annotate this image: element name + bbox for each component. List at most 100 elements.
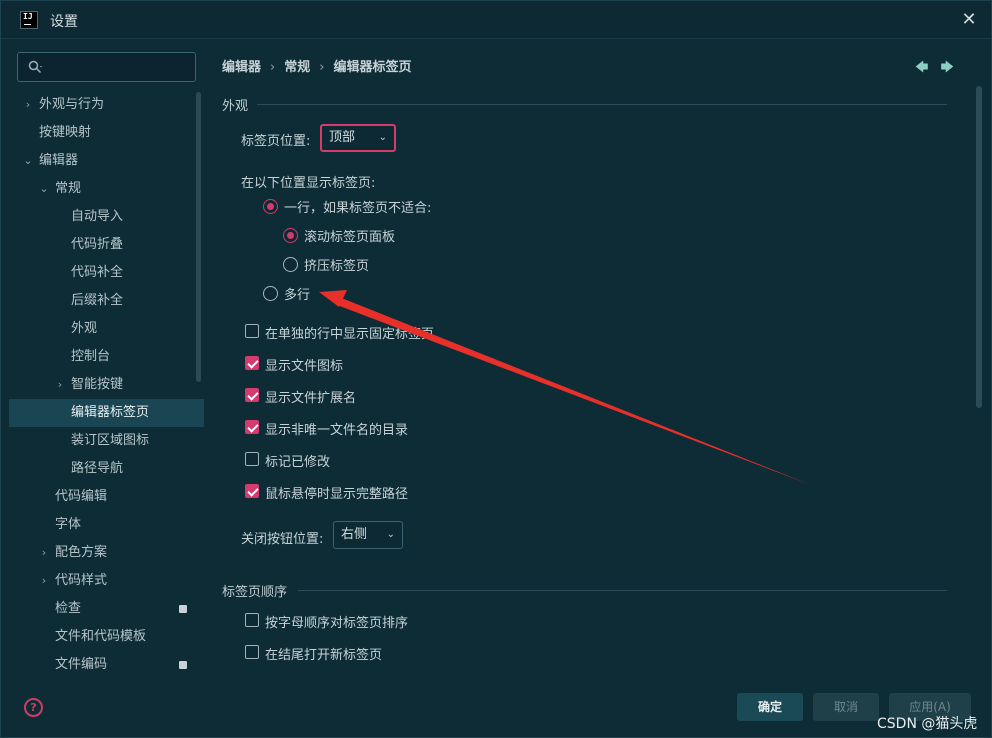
sidebar-item-label: 常规 [55, 181, 82, 196]
search-input[interactable] [17, 52, 196, 82]
breadcrumb-separator: › [319, 60, 325, 75]
sidebar-item-postfix-completion[interactable]: 后缀补全 [9, 287, 204, 315]
checkbox-label: 显示文件扩展名 [265, 391, 357, 406]
sidebar-item-inspections[interactable]: 检查 [9, 595, 204, 623]
help-icon[interactable]: ? [24, 698, 43, 717]
chevron-right-icon[interactable]: › [37, 539, 51, 567]
checkbox-pinned-separate-row[interactable] [245, 324, 259, 338]
close-button-position-label: 关闭按钮位置: [241, 532, 324, 547]
sidebar-item-code-editing[interactable]: 代码编辑 [9, 483, 204, 511]
watermark: CSDN @猫头虎 [877, 716, 978, 732]
radio-squeeze-tabs-label: 挤压标签页 [304, 259, 370, 274]
sidebar-item-label: 检查 [55, 601, 82, 616]
checkbox-full-path-on-hover[interactable] [245, 484, 259, 498]
sidebar-item-label: 智能按键 [71, 377, 124, 392]
checkbox-label: 显示文件图标 [265, 359, 344, 374]
sidebar-scrollbar[interactable] [196, 92, 201, 382]
window-title: 设置 [50, 14, 78, 30]
sidebar-item-label: 外观与行为 [39, 97, 105, 112]
sidebar-item-label: 外观 [71, 321, 98, 336]
project-settings-icon [179, 605, 187, 613]
sidebar-item-editor[interactable]: ⌄ 编辑器 [9, 147, 204, 175]
settings-tree: › 外观与行为 按键映射 ⌄ 编辑器 ⌄ 常规 自动导入 代码折叠 代码补全 后… [9, 91, 204, 679]
chevron-right-icon[interactable]: › [37, 567, 51, 595]
sidebar-item-label: 文件和代码模板 [55, 629, 147, 644]
breadcrumb-item[interactable]: 常规 [284, 60, 310, 75]
chevron-right-icon[interactable]: › [53, 371, 67, 399]
sidebar-item-font[interactable]: 字体 [9, 511, 204, 539]
forward-arrow-icon[interactable]: 🡆 [940, 60, 953, 75]
sidebar: › 外观与行为 按键映射 ⌄ 编辑器 ⌄ 常规 自动导入 代码折叠 代码补全 后… [1, 40, 206, 690]
cancel-button[interactable]: 取消 [813, 693, 879, 721]
chevron-right-icon[interactable]: › [21, 91, 35, 119]
close-button-position-dropdown[interactable]: 右侧 ⌄ [333, 521, 403, 549]
sidebar-item-code-completion[interactable]: 代码补全 [9, 259, 204, 287]
checkbox-mark-modified[interactable] [245, 452, 259, 466]
sidebar-item-console[interactable]: 控制台 [9, 343, 204, 371]
checkbox-label: 按字母顺序对标签页排序 [265, 616, 409, 631]
tab-position-dropdown[interactable]: 顶部 ⌄ [320, 124, 396, 152]
sidebar-item-color-scheme[interactable]: › 配色方案 [9, 539, 204, 567]
checkbox-label: 在结尾打开新标签页 [265, 648, 383, 663]
sidebar-item-label: 编辑器标签页 [71, 405, 150, 420]
sidebar-item-editor-tabs[interactable]: 编辑器标签页 [9, 399, 204, 427]
sidebar-item-general[interactable]: ⌄ 常规 [9, 175, 204, 203]
sidebar-item-file-templates[interactable]: 文件和代码模板 [9, 623, 204, 651]
sidebar-item-label: 按键映射 [39, 125, 92, 140]
sidebar-item-label: 代码折叠 [71, 237, 124, 252]
sidebar-item-label: 字体 [55, 517, 82, 532]
sidebar-item-code-style[interactable]: › 代码样式 [9, 567, 204, 595]
sidebar-item-breadcrumbs[interactable]: 路径导航 [9, 455, 204, 483]
breadcrumb-item: 编辑器标签页 [333, 60, 412, 75]
sidebar-item-auto-import[interactable]: 自动导入 [9, 203, 204, 231]
close-button-position-value: 右侧 [341, 527, 368, 542]
checkbox-open-at-end[interactable] [245, 645, 259, 659]
chevron-down-icon: ⌄ [378, 132, 387, 143]
checkbox-sort-alphabetically[interactable] [245, 613, 259, 627]
show-tabs-label: 在以下位置显示标签页: [241, 176, 376, 191]
appearance-section-title: 外观 [222, 99, 249, 114]
sidebar-item-label: 装订区域图标 [71, 433, 150, 448]
checkbox-label: 鼠标悬停时显示完整路径 [265, 487, 409, 502]
radio-scroll-tab-panel-label: 滚动标签页面板 [304, 230, 396, 245]
radio-single-row[interactable] [263, 199, 278, 214]
chevron-down-icon[interactable]: ⌄ [21, 147, 35, 175]
project-settings-icon [179, 661, 187, 669]
sidebar-item-label: 编辑器 [39, 153, 79, 168]
checkbox-label: 标记已修改 [265, 455, 331, 470]
back-arrow-icon[interactable]: 🡄 [915, 60, 928, 75]
sidebar-item-smart-keys[interactable]: › 智能按键 [9, 371, 204, 399]
sidebar-item-keymap[interactable]: 按键映射 [9, 119, 204, 147]
chevron-down-icon: ⌄ [386, 529, 395, 540]
radio-multiple-rows[interactable] [263, 286, 278, 301]
checkbox-show-file-extension[interactable] [245, 388, 259, 402]
sidebar-item-file-encodings[interactable]: 文件编码 [9, 651, 204, 679]
ok-button[interactable]: 确定 [737, 693, 803, 721]
sidebar-item-label: 代码编辑 [55, 489, 108, 504]
search-icon [28, 60, 42, 74]
sidebar-item-label: 后缀补全 [71, 293, 124, 308]
tab-position-label: 标签页位置: [241, 134, 311, 149]
intellij-logo-icon: IJ [20, 11, 38, 29]
sidebar-item-label: 代码补全 [71, 265, 124, 280]
checkbox-show-directory[interactable] [245, 420, 259, 434]
sidebar-item-label: 代码样式 [55, 573, 108, 588]
sidebar-item-appearance[interactable]: 外观 [9, 315, 204, 343]
checkbox-show-file-icon[interactable] [245, 356, 259, 370]
breadcrumb: 编辑器 › 常规 › 编辑器标签页 [222, 56, 411, 75]
sidebar-item-label: 配色方案 [55, 545, 108, 560]
radio-squeeze-tabs[interactable] [283, 257, 298, 272]
annotation-arrow-head [319, 290, 347, 307]
chevron-down-icon[interactable]: ⌄ [37, 175, 51, 203]
radio-scroll-tab-panel[interactable] [283, 228, 298, 243]
checkbox-label: 显示非唯一文件名的目录 [265, 423, 409, 438]
close-button[interactable]: ✕ [959, 10, 979, 30]
checkbox-label: 在单独的行中显示固定标签页 [265, 327, 435, 342]
sidebar-item-gutter-icons[interactable]: 装订区域图标 [9, 427, 204, 455]
breadcrumb-item[interactable]: 编辑器 [222, 60, 261, 75]
sidebar-item-code-folding[interactable]: 代码折叠 [9, 231, 204, 259]
sidebar-item-label: 自动导入 [71, 209, 124, 224]
content-scrollbar[interactable] [976, 86, 982, 408]
sidebar-item-appearance-behavior[interactable]: › 外观与行为 [9, 91, 204, 119]
sidebar-item-label: 文件编码 [55, 657, 108, 672]
